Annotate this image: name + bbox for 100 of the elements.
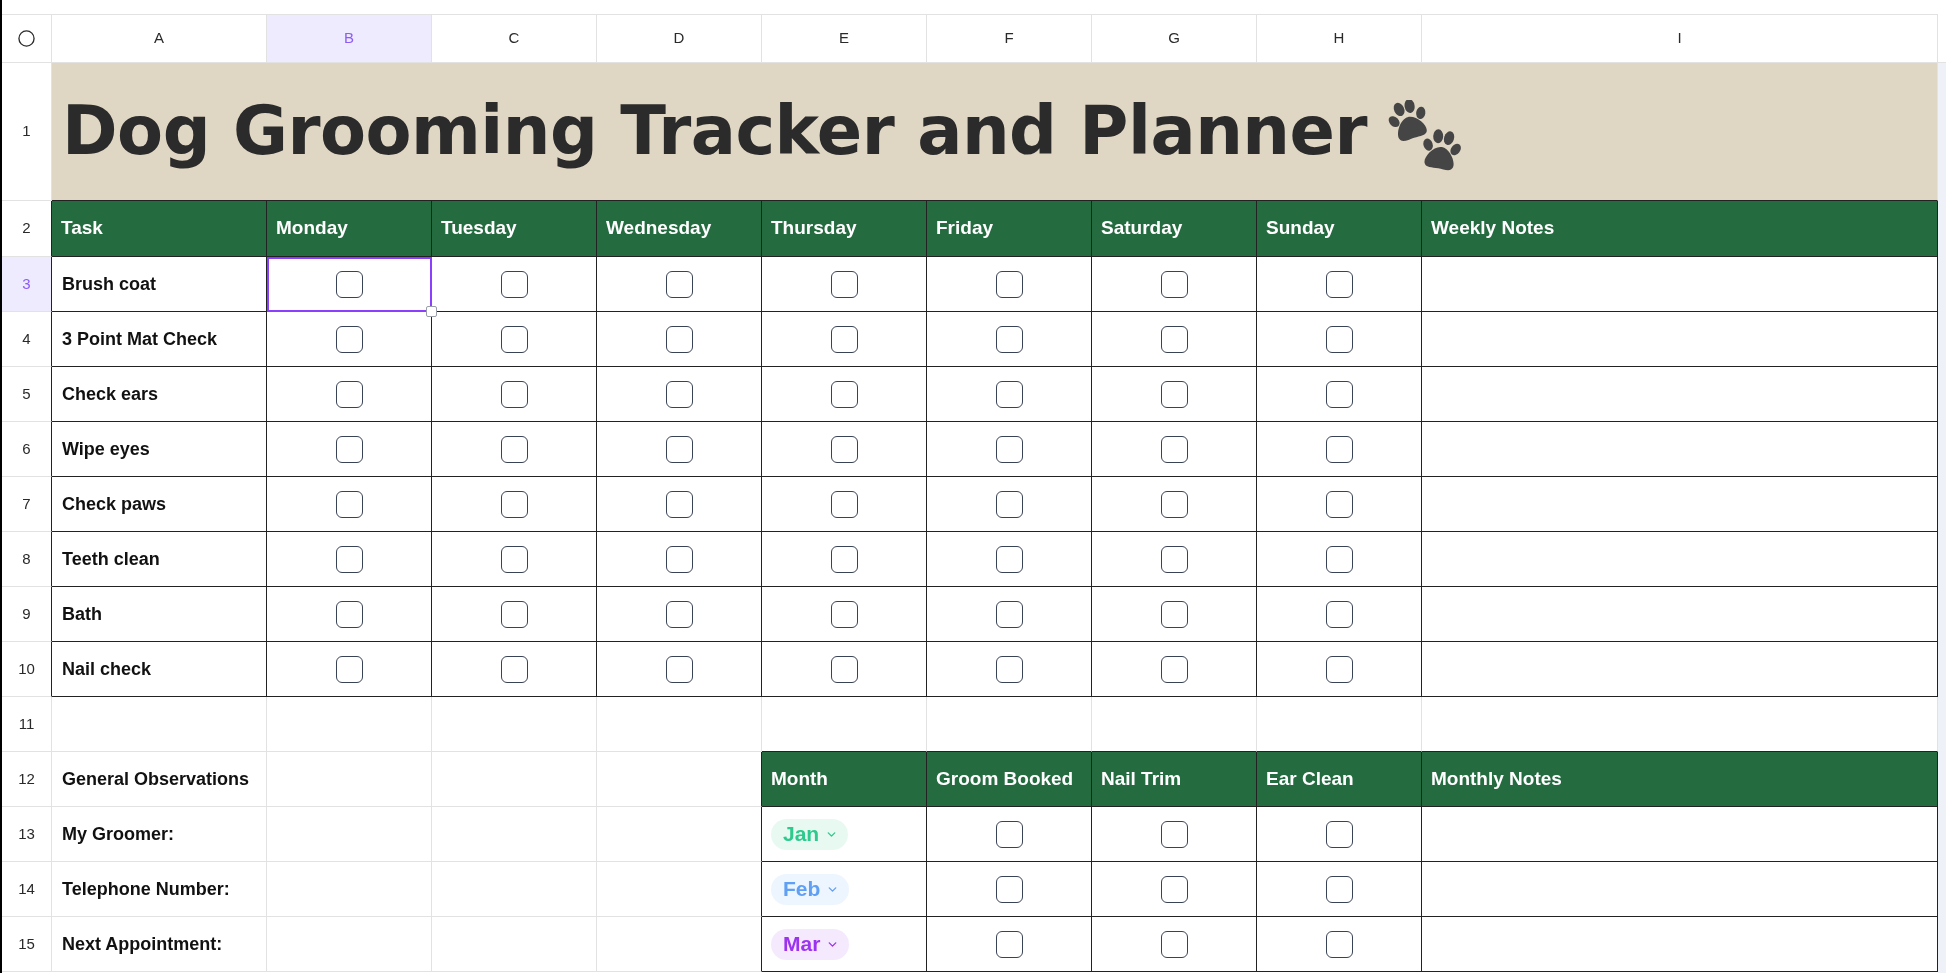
checkbox[interactable] bbox=[1325, 930, 1353, 958]
checkbox-cell[interactable] bbox=[1092, 422, 1257, 477]
checkbox[interactable] bbox=[500, 325, 528, 353]
circle-icon[interactable] bbox=[18, 30, 35, 47]
column-letter[interactable]: B bbox=[267, 15, 432, 63]
checkbox[interactable] bbox=[1325, 820, 1353, 848]
checkbox-cell[interactable] bbox=[927, 422, 1092, 477]
checkbox[interactable] bbox=[995, 600, 1023, 628]
checkbox-cell[interactable] bbox=[927, 642, 1092, 697]
column-letter[interactable]: D bbox=[597, 15, 762, 63]
checkbox[interactable] bbox=[995, 930, 1023, 958]
checkbox-cell[interactable] bbox=[762, 367, 927, 422]
checkbox-cell[interactable] bbox=[267, 642, 432, 697]
checkbox[interactable] bbox=[665, 270, 693, 298]
checkbox-cell[interactable] bbox=[1092, 367, 1257, 422]
checkbox-cell[interactable] bbox=[762, 477, 927, 532]
checkbox-cell[interactable] bbox=[432, 367, 597, 422]
checkbox-cell[interactable] bbox=[762, 642, 927, 697]
input-cell[interactable] bbox=[597, 917, 762, 972]
checkbox-cell[interactable] bbox=[1092, 807, 1257, 862]
checkbox[interactable] bbox=[500, 435, 528, 463]
checkbox[interactable] bbox=[1160, 875, 1188, 903]
checkbox-cell[interactable] bbox=[597, 642, 762, 697]
checkbox-cell[interactable] bbox=[597, 422, 762, 477]
checkbox-cell[interactable] bbox=[762, 587, 927, 642]
row-number[interactable]: 15 bbox=[2, 917, 52, 972]
input-cell[interactable] bbox=[597, 862, 762, 917]
checkbox-cell[interactable] bbox=[1092, 642, 1257, 697]
checkbox[interactable] bbox=[995, 875, 1023, 903]
checkbox[interactable] bbox=[830, 600, 858, 628]
selected-cell[interactable] bbox=[267, 257, 432, 312]
row-number[interactable]: 11 bbox=[2, 697, 52, 752]
row-number[interactable]: 6 bbox=[2, 422, 52, 477]
checkbox[interactable] bbox=[995, 380, 1023, 408]
checkbox-cell[interactable] bbox=[1257, 312, 1422, 367]
checkbox-cell[interactable] bbox=[762, 532, 927, 587]
checkbox-cell[interactable] bbox=[927, 367, 1092, 422]
row-number[interactable]: 13 bbox=[2, 807, 52, 862]
checkbox[interactable] bbox=[995, 490, 1023, 518]
checkbox[interactable] bbox=[1160, 655, 1188, 683]
input-cell[interactable] bbox=[597, 807, 762, 862]
checkbox[interactable] bbox=[335, 655, 363, 683]
checkbox-cell[interactable] bbox=[432, 532, 597, 587]
checkbox[interactable] bbox=[1160, 600, 1188, 628]
row-number[interactable]: 10 bbox=[2, 642, 52, 697]
checkbox-cell[interactable] bbox=[927, 532, 1092, 587]
checkbox[interactable] bbox=[665, 435, 693, 463]
checkbox[interactable] bbox=[665, 380, 693, 408]
checkbox[interactable] bbox=[500, 600, 528, 628]
checkbox[interactable] bbox=[335, 325, 363, 353]
checkbox[interactable] bbox=[1325, 435, 1353, 463]
notes-cell[interactable] bbox=[1422, 257, 1938, 312]
checkbox[interactable] bbox=[335, 600, 363, 628]
checkbox-cell[interactable] bbox=[597, 257, 762, 312]
checkbox-cell[interactable] bbox=[927, 807, 1092, 862]
notes-cell[interactable] bbox=[1422, 862, 1938, 917]
checkbox[interactable] bbox=[1160, 435, 1188, 463]
checkbox-cell[interactable] bbox=[432, 587, 597, 642]
notes-cell[interactable] bbox=[1422, 642, 1938, 697]
row-number[interactable]: 5 bbox=[2, 367, 52, 422]
checkbox[interactable] bbox=[995, 325, 1023, 353]
checkbox-cell[interactable] bbox=[1092, 532, 1257, 587]
checkbox[interactable] bbox=[830, 270, 858, 298]
checkbox[interactable] bbox=[830, 325, 858, 353]
column-letter[interactable]: I bbox=[1422, 15, 1938, 63]
row-number[interactable]: 1 bbox=[2, 63, 52, 201]
checkbox-cell[interactable] bbox=[927, 587, 1092, 642]
row-number[interactable]: 9 bbox=[2, 587, 52, 642]
checkbox[interactable] bbox=[1325, 600, 1353, 628]
notes-cell[interactable] bbox=[1422, 917, 1938, 972]
checkbox[interactable] bbox=[995, 545, 1023, 573]
checkbox[interactable] bbox=[500, 545, 528, 573]
checkbox[interactable] bbox=[665, 600, 693, 628]
checkbox[interactable] bbox=[830, 490, 858, 518]
checkbox[interactable] bbox=[1160, 820, 1188, 848]
checkbox[interactable] bbox=[500, 270, 528, 298]
checkbox-cell[interactable] bbox=[1092, 917, 1257, 972]
fill-handle[interactable] bbox=[426, 306, 437, 317]
notes-cell[interactable] bbox=[1422, 477, 1938, 532]
notes-cell[interactable] bbox=[1422, 532, 1938, 587]
checkbox[interactable] bbox=[1160, 270, 1188, 298]
checkbox-cell[interactable] bbox=[1092, 257, 1257, 312]
notes-cell[interactable] bbox=[1422, 807, 1938, 862]
row-number[interactable]: 12 bbox=[2, 752, 52, 807]
checkbox-cell[interactable] bbox=[597, 532, 762, 587]
column-letter[interactable]: F bbox=[927, 15, 1092, 63]
checkbox[interactable] bbox=[995, 270, 1023, 298]
row-number[interactable]: 2 bbox=[2, 201, 52, 257]
row-number[interactable]: 14 bbox=[2, 862, 52, 917]
column-letter[interactable]: G bbox=[1092, 15, 1257, 63]
checkbox[interactable] bbox=[1325, 545, 1353, 573]
row-number[interactable]: 8 bbox=[2, 532, 52, 587]
checkbox[interactable] bbox=[995, 435, 1023, 463]
month-dropdown[interactable]: Mar bbox=[771, 928, 850, 960]
checkbox-cell[interactable] bbox=[1257, 917, 1422, 972]
notes-cell[interactable] bbox=[1422, 367, 1938, 422]
row-number[interactable]: 3 bbox=[2, 257, 52, 312]
checkbox[interactable] bbox=[500, 655, 528, 683]
checkbox[interactable] bbox=[1325, 875, 1353, 903]
row-number[interactable]: 4 bbox=[2, 312, 52, 367]
